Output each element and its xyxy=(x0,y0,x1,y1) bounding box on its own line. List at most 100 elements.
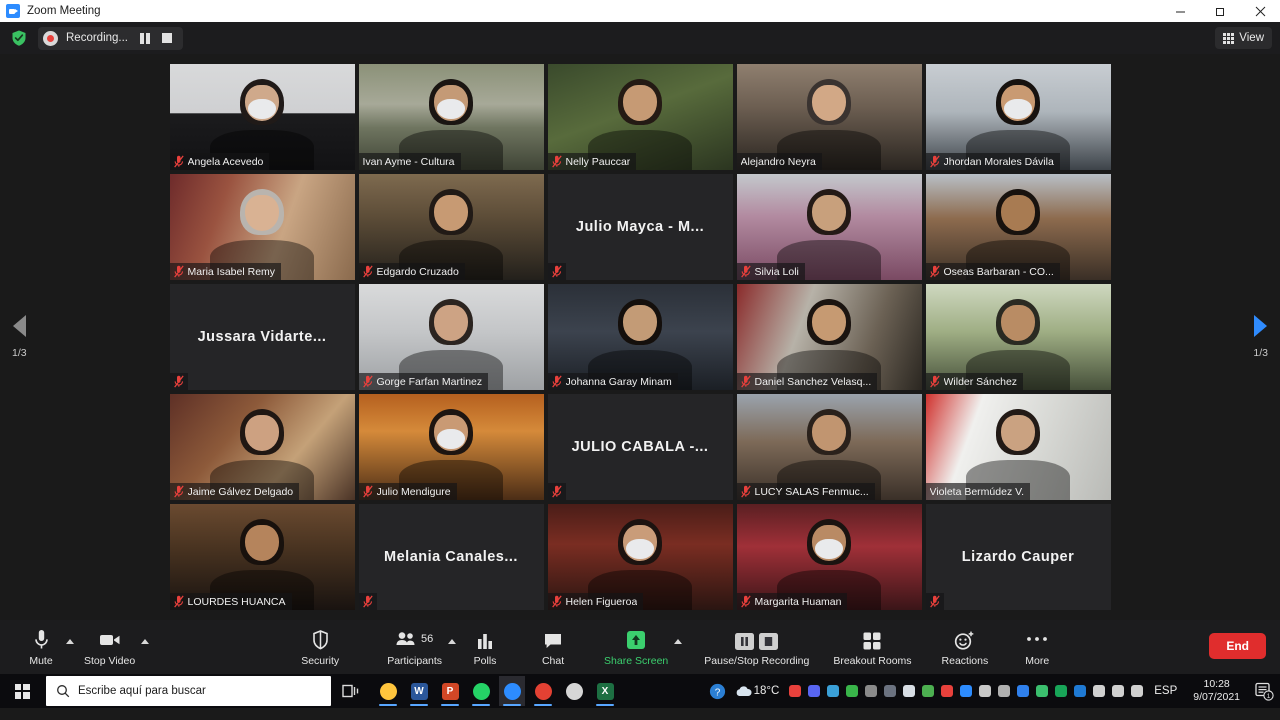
next-page-button[interactable]: 1/3 xyxy=(1253,315,1268,359)
participant-tile[interactable]: Silvia Loli xyxy=(736,174,922,280)
participants-button[interactable]: 56 Participants xyxy=(383,620,446,674)
adobe-icon[interactable] xyxy=(785,685,804,697)
minimize-button[interactable] xyxy=(1160,0,1200,22)
participants-options-button[interactable] xyxy=(446,620,462,674)
participant-tile[interactable]: Helen Figueroa xyxy=(547,504,733,610)
evernote-icon[interactable] xyxy=(1032,685,1051,697)
shield-icon[interactable] xyxy=(1051,685,1070,697)
clock-date: 9/07/2021 xyxy=(1193,691,1240,703)
participant-tile[interactable]: Julio Mayca - M... xyxy=(547,174,733,280)
participant-tile[interactable]: Johanna Garay Minam xyxy=(547,284,733,390)
stop-icon[interactable] xyxy=(161,33,172,43)
zoom-tray-icon[interactable] xyxy=(956,685,975,697)
pause-stop-recording-label: Pause/Stop Recording xyxy=(704,655,810,667)
language-indicator[interactable]: ESP xyxy=(1154,685,1177,697)
participant-tile[interactable]: Jussara Vidarte... xyxy=(169,284,355,390)
participant-tile[interactable]: Violeta Bermúdez V. xyxy=(925,394,1111,500)
participant-tile[interactable]: Margarita Huaman xyxy=(736,504,922,610)
share-screen-button[interactable]: Share Screen xyxy=(600,620,672,674)
participant-name-bar xyxy=(925,593,944,610)
participant-tile[interactable]: Lizardo Cauper xyxy=(925,504,1111,610)
audio-icon[interactable] xyxy=(937,685,956,697)
participant-center-name: Julio Mayca - M... xyxy=(575,219,705,235)
bluetooth-icon[interactable] xyxy=(1013,685,1032,697)
leaf-icon[interactable] xyxy=(918,685,937,697)
view-button[interactable]: View xyxy=(1215,27,1272,49)
participant-tile[interactable]: Alejandro Neyra xyxy=(736,64,922,170)
mute-button[interactable]: Mute xyxy=(18,620,64,674)
shield-check-icon[interactable] xyxy=(10,29,28,47)
share-options-button[interactable] xyxy=(672,620,688,674)
end-meeting-button[interactable]: End xyxy=(1209,633,1266,659)
edge-icon[interactable] xyxy=(1070,685,1089,697)
participant-tile[interactable]: Nelly Pauccar xyxy=(547,64,733,170)
participant-tile[interactable]: Angela Acevedo xyxy=(169,64,355,170)
stop-video-button[interactable]: Stop Video xyxy=(80,620,139,674)
wifi-icon[interactable] xyxy=(1089,685,1108,697)
close-button[interactable] xyxy=(1240,0,1280,22)
mic-muted-icon xyxy=(362,485,373,498)
participant-tile[interactable]: Ivan Ayme - Cultura xyxy=(358,64,544,170)
participant-tile[interactable]: Jaime Gálvez Delgado xyxy=(169,394,355,500)
volume-icon[interactable] xyxy=(1127,685,1146,697)
help-circle-icon[interactable]: ? xyxy=(708,683,727,700)
taskbar-excel-icon[interactable]: X xyxy=(592,676,618,706)
participant-tile[interactable]: LOURDES HUANCA xyxy=(169,504,355,610)
taskbar-file-explorer-icon[interactable] xyxy=(375,676,401,706)
participant-tile[interactable]: JULIO CABALA -... xyxy=(547,394,733,500)
mic-icon[interactable] xyxy=(975,685,994,697)
recording-controls-icon xyxy=(735,627,779,651)
taskbar-search-box[interactable]: Escribe aquí para buscar xyxy=(46,676,331,706)
search-icon xyxy=(57,685,70,698)
earth-icon[interactable] xyxy=(842,685,861,697)
security-button[interactable]: Security xyxy=(297,620,343,674)
participant-tile[interactable]: LUCY SALAS Fenmuc... xyxy=(736,394,922,500)
participant-name: Gorge Farfan Martinez xyxy=(376,375,483,388)
participant-tile[interactable]: Melania Canales... xyxy=(358,504,544,610)
participant-name-bar: Margarita Huaman xyxy=(736,593,848,610)
participant-center-name: JULIO CABALA -... xyxy=(571,439,709,455)
notifications-button[interactable]: 1 xyxy=(1248,681,1280,701)
taskbar-word-icon[interactable]: W xyxy=(406,676,432,706)
discord-icon[interactable] xyxy=(804,685,823,697)
taskbar-settings-icon[interactable] xyxy=(561,676,587,706)
svg-text:?: ? xyxy=(714,687,720,698)
sound-mixer-icon[interactable] xyxy=(994,685,1013,697)
mute-options-button[interactable] xyxy=(64,620,80,674)
participant-tile[interactable]: Jhordan Morales Dávila xyxy=(925,64,1111,170)
participant-tile[interactable]: Edgardo Cruzado xyxy=(358,174,544,280)
maximize-button[interactable] xyxy=(1200,0,1240,22)
polls-button[interactable]: Polls xyxy=(462,620,508,674)
participant-tile[interactable]: Oseas Barbaran - CO... xyxy=(925,174,1111,280)
pause-stop-recording-button[interactable]: Pause/Stop Recording xyxy=(700,620,813,674)
onedrive-icon[interactable] xyxy=(899,685,918,697)
participant-tile[interactable]: Julio Mendigure xyxy=(358,394,544,500)
pause-icon[interactable] xyxy=(136,32,154,44)
reactions-button[interactable]: Reactions xyxy=(938,620,993,674)
participant-name: Johanna Garay Minam xyxy=(565,375,672,388)
polls-label: Polls xyxy=(473,655,497,667)
cloud-icon[interactable] xyxy=(735,685,754,698)
more-button[interactable]: More xyxy=(1014,620,1060,674)
taskbar-powerpoint-icon[interactable]: P xyxy=(437,676,463,706)
battery-icon[interactable] xyxy=(1108,685,1127,697)
start-button[interactable] xyxy=(0,674,44,708)
breakout-rooms-button[interactable]: Breakout Rooms xyxy=(829,620,915,674)
participant-tile[interactable]: Maria Isabel Remy xyxy=(169,174,355,280)
zoom-meeting-header: Recording... View xyxy=(0,22,1280,54)
participant-tile[interactable]: Wilder Sánchez xyxy=(925,284,1111,390)
task-view-button[interactable] xyxy=(331,683,371,699)
video-options-button[interactable] xyxy=(139,620,155,674)
clock[interactable]: 10:28 9/07/2021 xyxy=(1193,678,1240,703)
driver-icon[interactable] xyxy=(823,685,842,697)
taskbar-chrome-icon[interactable] xyxy=(530,676,556,706)
taskbar-zoom-icon[interactable] xyxy=(499,676,525,706)
antenna-icon[interactable] xyxy=(861,685,880,697)
taskbar-whatsapp-icon[interactable] xyxy=(468,676,494,706)
lock-icon[interactable] xyxy=(880,685,899,697)
participant-tile[interactable]: Gorge Farfan Martinez xyxy=(358,284,544,390)
previous-page-button[interactable]: 1/3 xyxy=(12,315,27,359)
system-tray: ? 18°C ESP 10:28 9/07/2021 1 xyxy=(708,674,1280,708)
participant-tile[interactable]: Daniel Sanchez Velasq... xyxy=(736,284,922,390)
chat-button[interactable]: Chat xyxy=(530,620,576,674)
